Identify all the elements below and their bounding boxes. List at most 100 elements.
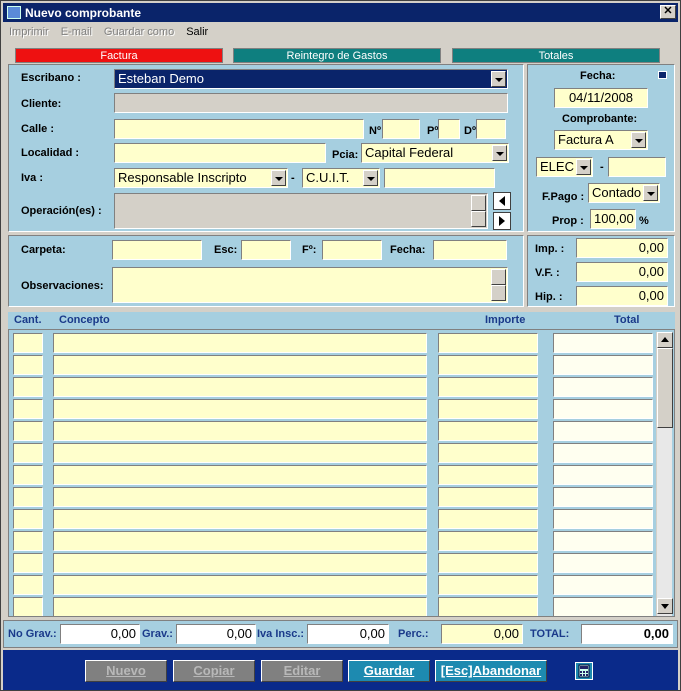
doc-type-select[interactable]: C.U.I.T. (302, 168, 380, 188)
cant-cell[interactable] (13, 443, 43, 463)
cant-cell[interactable] (13, 553, 43, 573)
fecha-input[interactable]: 04/11/2008 (554, 88, 648, 108)
concepto-cell[interactable] (53, 333, 427, 353)
menu-salir[interactable]: Salir (186, 26, 208, 38)
concepto-cell[interactable] (53, 355, 427, 375)
calculator-icon[interactable] (575, 662, 593, 680)
concepto-cell[interactable] (53, 597, 427, 616)
cuit-input[interactable] (384, 168, 495, 188)
esc-input[interactable] (241, 240, 291, 260)
total-cell[interactable] (553, 575, 653, 595)
abandonar-button[interactable]: [Esc]Abandonar (435, 660, 547, 682)
concepto-cell[interactable] (53, 575, 427, 595)
observaciones-textarea[interactable] (112, 267, 508, 303)
total-cell[interactable] (553, 421, 653, 441)
cant-cell[interactable] (13, 465, 43, 485)
comprobante-select[interactable]: Factura A (554, 130, 648, 150)
scroll-down-icon[interactable] (491, 285, 506, 301)
menu-guardar-como[interactable]: Guardar como (104, 26, 174, 38)
editar-button[interactable]: Editar (261, 660, 343, 682)
fecha2-input[interactable] (433, 240, 507, 260)
localidad-input[interactable] (114, 143, 326, 163)
chevron-down-icon[interactable] (631, 132, 646, 148)
cant-cell[interactable] (13, 377, 43, 397)
importe-cell[interactable] (438, 465, 538, 485)
escribano-select[interactable]: Esteban Demo (114, 69, 508, 89)
scroll-down-icon[interactable] (471, 211, 486, 227)
chevron-down-icon[interactable] (576, 159, 591, 175)
nro-input[interactable] (382, 119, 420, 139)
chevron-down-icon[interactable] (643, 185, 658, 201)
concepto-cell[interactable] (53, 377, 427, 397)
nuevo-button[interactable]: Nuevo (85, 660, 167, 682)
importe-cell[interactable] (438, 355, 538, 375)
total-cell[interactable] (553, 509, 653, 529)
tab-factura[interactable]: Factura (15, 48, 223, 63)
chevron-down-icon[interactable] (491, 71, 506, 87)
fpago-select[interactable]: Contado (588, 183, 660, 203)
total-cell[interactable] (553, 465, 653, 485)
concepto-cell[interactable] (53, 443, 427, 463)
cant-cell[interactable] (13, 399, 43, 419)
scroll-up-icon[interactable] (471, 195, 486, 211)
concepto-cell[interactable] (53, 509, 427, 529)
menu-imprimir[interactable]: Imprimir (9, 26, 49, 38)
nro-comprobante-input[interactable] (608, 157, 666, 177)
cant-cell[interactable] (13, 355, 43, 375)
grid-scrollbar[interactable] (656, 332, 673, 616)
importe-cell[interactable] (438, 531, 538, 551)
importe-cell[interactable] (438, 421, 538, 441)
guardar-button[interactable]: Guardar (348, 660, 430, 682)
total-cell[interactable] (553, 443, 653, 463)
total-cell[interactable] (553, 333, 653, 353)
importe-cell[interactable] (438, 443, 538, 463)
prop-input[interactable]: 100,00 (590, 209, 636, 229)
importe-cell[interactable] (438, 553, 538, 573)
total-cell[interactable] (553, 355, 653, 375)
importe-cell[interactable] (438, 509, 538, 529)
concepto-cell[interactable] (53, 487, 427, 507)
vf-input[interactable]: 0,00 (576, 262, 668, 282)
cant-cell[interactable] (13, 333, 43, 353)
total-cell[interactable] (553, 377, 653, 397)
concepto-cell[interactable] (53, 531, 427, 551)
elec-select[interactable]: ELEC (536, 157, 593, 177)
provincia-select[interactable]: Capital Federal (361, 143, 509, 163)
importe-cell[interactable] (438, 487, 538, 507)
importe-cell[interactable] (438, 377, 538, 397)
total-cell[interactable] (553, 487, 653, 507)
cliente-field[interactable] (114, 93, 508, 113)
folio-input[interactable] (322, 240, 382, 260)
chevron-down-icon[interactable] (271, 170, 286, 186)
hip-input[interactable]: 0,00 (576, 286, 668, 306)
scroll-thumb[interactable] (657, 348, 673, 428)
iva-select[interactable]: Responsable Inscripto (114, 168, 288, 188)
calle-input[interactable] (114, 119, 364, 139)
concepto-cell[interactable] (53, 465, 427, 485)
cant-cell[interactable] (13, 575, 43, 595)
cant-cell[interactable] (13, 487, 43, 507)
scroll-up-icon[interactable] (491, 269, 506, 285)
total-cell[interactable] (553, 553, 653, 573)
cant-cell[interactable] (13, 531, 43, 551)
menu-email[interactable]: E-mail (61, 26, 92, 38)
concepto-cell[interactable] (53, 399, 427, 419)
cant-cell[interactable] (13, 421, 43, 441)
arrow-left-icon[interactable] (493, 192, 511, 210)
scroll-up-icon[interactable] (657, 332, 673, 348)
chevron-down-icon[interactable] (363, 170, 378, 186)
cant-cell[interactable] (13, 597, 43, 616)
importe-cell[interactable] (438, 597, 538, 616)
importe-cell[interactable] (438, 333, 538, 353)
calendar-icon[interactable] (658, 71, 667, 79)
concepto-cell[interactable] (53, 553, 427, 573)
tab-reintegro-gastos[interactable]: Reintegro de Gastos (233, 48, 441, 63)
carpeta-input[interactable] (112, 240, 202, 260)
imp-input[interactable]: 0,00 (576, 238, 668, 258)
scroll-down-icon[interactable] (657, 598, 673, 614)
total-cell[interactable] (553, 531, 653, 551)
importe-cell[interactable] (438, 399, 538, 419)
operaciones-list[interactable] (114, 193, 488, 229)
piso-input[interactable] (438, 119, 460, 139)
close-button[interactable]: ✕ (660, 5, 676, 19)
